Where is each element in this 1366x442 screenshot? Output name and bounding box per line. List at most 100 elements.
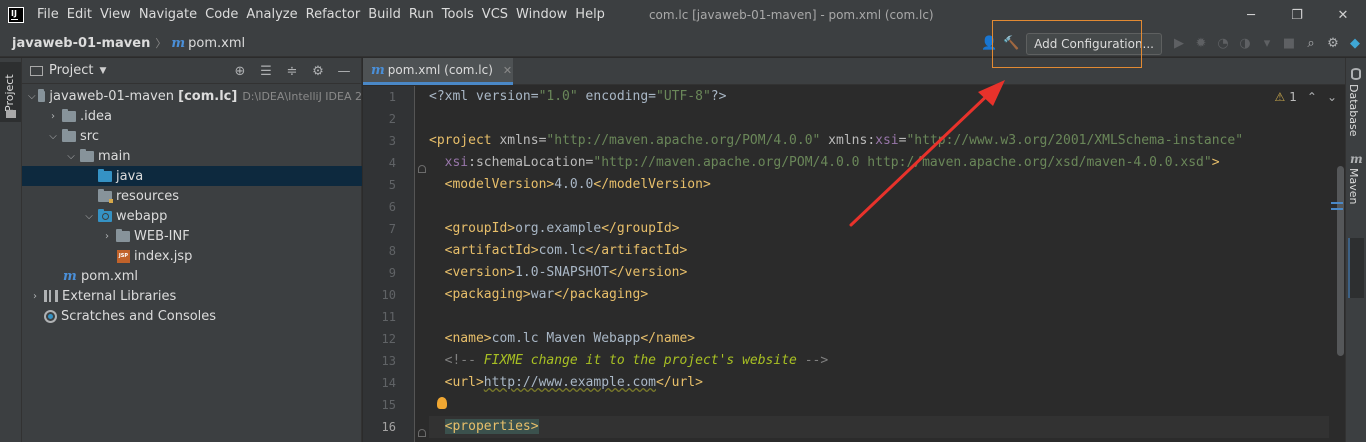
run-icon[interactable]: ▶	[1168, 33, 1190, 55]
expand-all-icon[interactable]: ☰	[253, 60, 279, 82]
inspection-widget[interactable]: ⚠ 1 ⌃ ⌄	[1274, 90, 1337, 104]
search-icon[interactable]: ⌕	[1300, 33, 1322, 55]
menu-tools[interactable]: Tools	[438, 0, 478, 30]
tree-item-label: Scratches and Consoles	[61, 308, 217, 324]
code-editor[interactable]: <?xml version="1.0" encoding="UTF-8"?> <…	[429, 86, 1329, 442]
breadcrumb-separator-icon: 〉	[155, 37, 167, 50]
error-stripe-mark[interactable]	[1331, 208, 1343, 210]
database-tool-tab[interactable]: Database	[1347, 84, 1360, 137]
menu-build[interactable]: Build	[364, 0, 405, 30]
restore-button[interactable]: ❐	[1274, 0, 1320, 30]
hide-panel-icon[interactable]: —	[331, 60, 357, 82]
annotation-highlight-box	[992, 20, 1142, 68]
tree-item-java[interactable]: java	[22, 166, 362, 186]
folder-icon	[62, 108, 76, 122]
chevron-down-icon[interactable]: ⌵	[64, 151, 78, 162]
panel-settings-gear-icon[interactable]: ⚙	[305, 60, 331, 82]
fold-marker-icon[interactable]	[418, 429, 426, 437]
menu-window[interactable]: Window	[512, 0, 571, 30]
code-line: <project xmlns="http://maven.apache.org/…	[429, 133, 1244, 148]
project-tree: ⌵ javaweb-01-maven [com.lc] D:\IDEA\Inte…	[22, 86, 362, 326]
warning-icon: ⚠	[1274, 90, 1286, 104]
project-view-icon	[30, 65, 43, 76]
notifications-tab[interactable]	[1348, 238, 1364, 298]
line-number-gutter: 1 2 3 4 5 6 7 8 9 10 11 12 13 14 15 16	[363, 86, 415, 442]
profile-icon[interactable]: ◑	[1234, 33, 1256, 55]
scratches-icon	[44, 309, 57, 323]
close-tab-icon[interactable]: ✕	[503, 64, 512, 77]
breadcrumb-project[interactable]: javaweb-01-maven	[12, 36, 150, 51]
editor-area: m pom.xml (com.lc) ✕ 1 2 3 4 5 6 7 8 9 1…	[363, 58, 1345, 442]
scrollbar-thumb[interactable]	[1337, 166, 1344, 356]
intellij-logo-icon: IJ	[8, 7, 24, 23]
tree-item-label: resources	[116, 188, 180, 204]
tree-item-src[interactable]: ⌵ src	[22, 126, 362, 146]
code-line: <name>com.lc Maven Webapp</name>	[444, 331, 696, 346]
tree-item-main[interactable]: ⌵ main	[22, 146, 362, 166]
project-panel-title[interactable]: Project	[49, 63, 93, 78]
menu-run[interactable]: Run	[405, 0, 438, 30]
maven-tool-tab[interactable]: Maven	[1347, 168, 1360, 204]
menu-code[interactable]: Code	[201, 0, 242, 30]
tree-item-label: webapp	[116, 208, 168, 224]
tree-item-external-libraries[interactable]: › External Libraries	[22, 286, 362, 306]
error-stripe-mark[interactable]	[1331, 202, 1343, 204]
tree-item-indexjsp[interactable]: JSP index.jsp	[22, 246, 362, 266]
title-bar: IJ File Edit View Navigate Code Analyze …	[0, 0, 1366, 30]
code-line: <version>1.0-SNAPSHOT</version>	[444, 265, 688, 280]
tree-item-label: src	[80, 128, 99, 144]
menu-edit[interactable]: Edit	[63, 0, 96, 30]
coverage-icon[interactable]: ◔	[1212, 33, 1234, 55]
chevron-right-icon[interactable]: ›	[28, 291, 42, 302]
locate-target-icon[interactable]: ⊕	[227, 60, 253, 82]
menu-file[interactable]: File	[33, 0, 63, 30]
chevron-right-icon[interactable]: ›	[46, 111, 60, 122]
close-button[interactable]: ✕	[1320, 0, 1366, 30]
tree-item-webapp[interactable]: ⌵ webapp	[22, 206, 362, 226]
toolbox-icon[interactable]: ◆	[1344, 33, 1366, 55]
chevron-right-icon[interactable]: ›	[100, 231, 114, 242]
breadcrumb-file[interactable]: pom.xml	[188, 36, 245, 51]
menu-help[interactable]: Help	[571, 0, 609, 30]
debug-icon[interactable]: ✹	[1190, 33, 1212, 55]
tree-item-label: .idea	[80, 108, 112, 124]
tree-item-pom[interactable]: m pom.xml	[22, 266, 362, 286]
chevron-down-icon[interactable]: ⌵	[82, 211, 96, 222]
tree-item-webinf[interactable]: › WEB-INF	[22, 226, 362, 246]
settings-gear-icon[interactable]: ⚙	[1322, 33, 1344, 55]
web-folder-icon	[98, 208, 112, 222]
fold-marker-icon[interactable]	[418, 165, 426, 173]
tree-item-idea[interactable]: › .idea	[22, 106, 362, 126]
more-run-icon[interactable]: ▾	[1256, 33, 1278, 55]
code-line	[429, 394, 1329, 416]
chevron-down-icon[interactable]: ▼	[99, 66, 106, 76]
menu-analyze[interactable]: Analyze	[242, 0, 301, 30]
editor-scrollbar[interactable]	[1336, 110, 1345, 360]
fold-column	[415, 86, 429, 442]
code-line: <artifactId>com.lc</artifactId>	[444, 243, 688, 258]
stop-icon[interactable]: ■	[1278, 33, 1300, 55]
menu-view[interactable]: View	[96, 0, 135, 30]
chevron-down-icon[interactable]: ⌵	[46, 131, 60, 142]
tree-item-label: WEB-INF	[134, 228, 190, 244]
collapse-all-icon[interactable]: ≑	[279, 60, 305, 82]
library-icon	[44, 290, 58, 302]
menu-navigate[interactable]: Navigate	[135, 0, 201, 30]
chevron-down-icon[interactable]: ⌄	[1327, 90, 1337, 104]
menu-refactor[interactable]: Refactor	[302, 0, 365, 30]
editor-tab-pom[interactable]: m pom.xml (com.lc) ✕	[363, 58, 513, 85]
warning-count: 1	[1289, 90, 1297, 104]
minimize-button[interactable]: ─	[1228, 0, 1274, 30]
line-number: 14	[381, 376, 396, 390]
tree-item-scratches[interactable]: Scratches and Consoles	[22, 306, 362, 326]
chevron-down-icon[interactable]: ⌵	[28, 91, 36, 102]
tree-item-resources[interactable]: resources	[22, 186, 362, 206]
intention-bulb-icon[interactable]	[437, 397, 447, 409]
chevron-up-icon[interactable]: ⌃	[1307, 90, 1317, 104]
code-line: <modelVersion>4.0.0</modelVersion>	[444, 177, 711, 192]
tree-item-label: main	[98, 148, 131, 164]
tree-item-root[interactable]: ⌵ javaweb-01-maven [com.lc] D:\IDEA\Inte…	[22, 86, 362, 106]
menu-vcs[interactable]: VCS	[478, 0, 512, 30]
line-number: 9	[388, 266, 396, 280]
